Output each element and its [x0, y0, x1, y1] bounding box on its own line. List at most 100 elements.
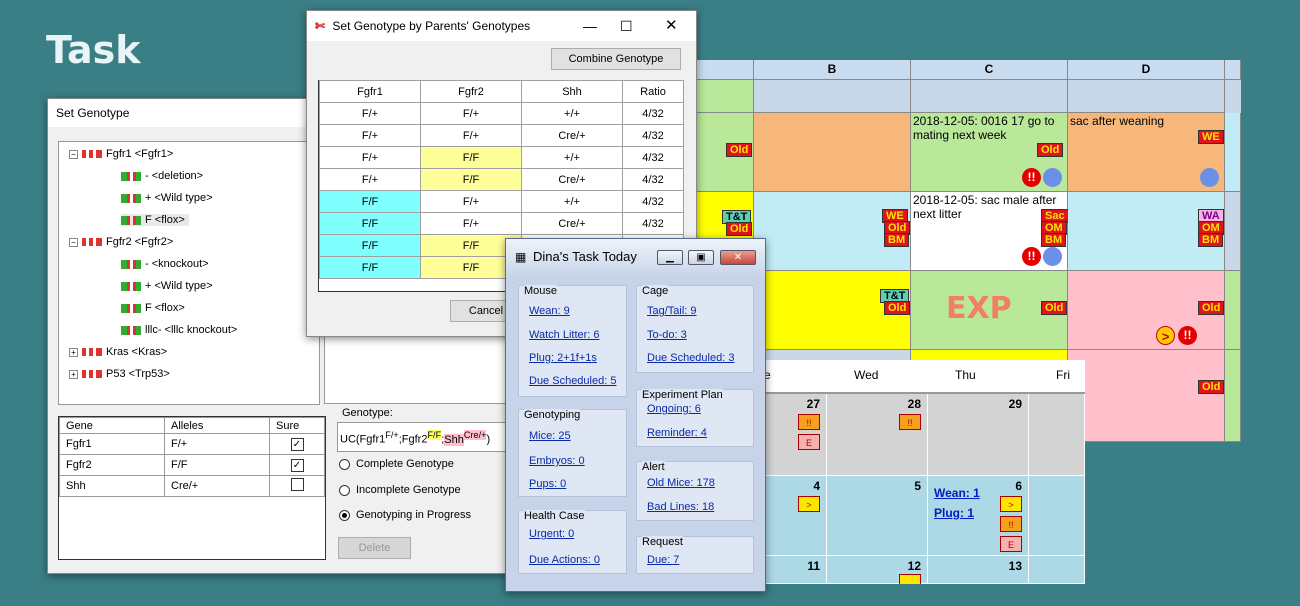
table-row[interactable]: F/+ F/+ Cre/+ 4/32 — [319, 124, 684, 147]
gene-tree[interactable]: − Fgfr1 <Fgfr1> - <deletion> + <Wild type… — [58, 141, 320, 405]
day-cell[interactable] — [1029, 394, 1085, 476]
sure-checkbox[interactable]: ✓ — [290, 458, 304, 472]
collapse-icon[interactable]: − — [69, 237, 78, 247]
table-row[interactable]: F/F F/+ +/+ 4/32 — [319, 190, 684, 213]
table-row[interactable]: F/+ F/+ +/+ 4/32 — [319, 102, 684, 125]
day-cell[interactable]: 6 Wean: 1 Plug: 1 > !! E — [928, 476, 1029, 556]
task-today-titlebar[interactable]: ▦ Dina's Task Today ▁ ▣ ✕ — [506, 239, 765, 275]
table-row[interactable]: F/F F/+ Cre/+ 4/32 — [319, 212, 684, 235]
collapse-icon[interactable]: − — [69, 149, 78, 159]
plug-link[interactable]: Plug: 1 — [934, 506, 974, 520]
to-do-link[interactable]: To-do: 3 — [647, 329, 687, 341]
cell[interactable] — [754, 113, 911, 192]
cell[interactable] — [911, 80, 1068, 113]
cell[interactable]: 2018-12-05: 0016 17 go to mating next we… — [911, 113, 1068, 192]
tree-allele[interactable]: + <Wild type> — [121, 192, 213, 204]
table-row[interactable]: F/+ F/F +/+ 4/32 — [319, 146, 684, 169]
cell[interactable]: T&T Old — [754, 271, 911, 350]
incomplete-genotype-radio[interactable]: Incomplete Genotype — [339, 484, 461, 496]
cell[interactable] — [1068, 80, 1225, 113]
column-header[interactable]: Sure — [269, 417, 325, 434]
cell[interactable]: EXP Old — [911, 271, 1068, 350]
day-cell[interactable]: 4 > — [762, 476, 827, 556]
day-cell[interactable]: 12 — [827, 556, 928, 584]
wean-link[interactable]: Wean: 1 — [934, 486, 980, 500]
genotype-field[interactable]: UC(Fgfr1F/+;Fgfr2F/F;ShhCre/+) — [337, 422, 511, 452]
watch-litter-link[interactable]: Watch Litter: 6 — [529, 329, 600, 341]
cell[interactable]: 2018-12-05: sac male after next litter S… — [911, 192, 1069, 271]
request-due-link[interactable]: Due: 7 — [647, 554, 679, 566]
delete-button[interactable]: Delete — [338, 537, 411, 559]
table-row[interactable]: F/+ F/F Cre/+ 4/32 — [319, 168, 684, 191]
day-cell[interactable]: 27 !! E — [762, 394, 827, 476]
restore-icon[interactable]: ▣ — [688, 250, 714, 265]
week-calendar[interactable]: e Wed Thu Fri 27 !! E 28 !! 29 4 > 5 6 W… — [762, 360, 1085, 584]
col-header-c[interactable]: C — [911, 60, 1068, 80]
cell[interactable] — [1225, 192, 1241, 271]
tree-allele[interactable]: F <flox> — [121, 302, 185, 314]
combine-genotype-button[interactable]: Combine Genotype — [551, 48, 681, 70]
day-cell[interactable]: 13 — [928, 556, 1029, 584]
tree-allele[interactable]: - <knockout> — [121, 258, 209, 270]
complete-genotype-radio[interactable]: Complete Genotype — [339, 458, 454, 470]
sure-checkbox[interactable] — [290, 478, 304, 491]
day-cell[interactable]: 29 — [928, 394, 1029, 476]
cell[interactable] — [696, 80, 754, 113]
column-header[interactable]: Ratio — [622, 80, 684, 103]
expand-icon[interactable]: + — [69, 347, 78, 357]
day-cell[interactable]: 28 !! — [827, 394, 928, 476]
pups-link[interactable]: Pups: 0 — [529, 478, 566, 490]
day-cell[interactable]: 11 — [762, 556, 827, 584]
day-cell[interactable]: 5 — [827, 476, 928, 556]
tree-gene-fgfr2[interactable]: − Fgfr2 <Fgfr2> — [69, 236, 173, 248]
tree-gene-kras[interactable]: + Kras <Kras> — [69, 346, 167, 358]
column-header[interactable]: Alleles — [164, 417, 270, 434]
sure-checkbox[interactable]: ✓ — [290, 437, 304, 451]
cell[interactable] — [1225, 350, 1241, 442]
col-header-b[interactable]: B — [754, 60, 911, 80]
ongoing-link[interactable]: Ongoing: 6 — [647, 403, 701, 415]
embryos-link[interactable]: Embryos: 0 — [529, 455, 585, 467]
reminder-link[interactable]: Reminder: 4 — [647, 427, 707, 439]
genotyping-in-progress-radio[interactable]: Genotyping in Progress — [339, 509, 471, 521]
column-header[interactable]: Gene — [59, 417, 165, 434]
cell[interactable]: WA OM BM — [1068, 192, 1225, 271]
tree-allele-selected[interactable]: F <flox> — [121, 214, 189, 226]
cell[interactable]: WE Old BM — [754, 192, 911, 271]
minimize-icon[interactable]: ▁ — [657, 250, 683, 265]
table-row[interactable]: Fgfr1 F/+ ✓ — [59, 433, 325, 455]
cell[interactable] — [1225, 271, 1241, 350]
cell[interactable] — [754, 80, 911, 113]
mouse-due-scheduled-link[interactable]: Due Scheduled: 5 — [529, 375, 616, 387]
cell[interactable]: sac after weaning WE — [1068, 113, 1225, 192]
gene-table-panel[interactable]: Gene Alleles Sure Fgfr1 F/+ ✓ Fgfr2 F/F … — [58, 416, 326, 560]
cell[interactable] — [1225, 113, 1241, 192]
tree-allele[interactable]: + <Wild type> — [121, 280, 213, 292]
day-cell[interactable] — [1029, 556, 1085, 584]
cell[interactable]: Old — [1068, 350, 1225, 442]
cell[interactable]: Old > !! — [1068, 271, 1225, 350]
plug-link[interactable]: Plug: 2+1f+1s — [529, 352, 597, 364]
cell[interactable]: Old — [696, 113, 754, 192]
parents-titlebar[interactable]: ✄ Set Genotype by Parents' Genotypes — ☐… — [307, 11, 696, 41]
bad-lines-link[interactable]: Bad Lines: 18 — [647, 501, 714, 513]
tag-tail-link[interactable]: Tag/Tail: 9 — [647, 305, 697, 317]
tree-allele[interactable]: lllc- <lllc knockout> — [121, 324, 237, 336]
table-row[interactable]: Shh Cre/+ — [59, 475, 325, 497]
expand-icon[interactable]: + — [69, 369, 78, 379]
due-actions-link[interactable]: Due Actions: 0 — [529, 554, 600, 566]
minimize-icon[interactable]: — — [583, 11, 597, 41]
column-header[interactable]: Fgfr2 — [420, 80, 522, 103]
tree-allele[interactable]: - <deletion> — [121, 170, 203, 182]
column-header[interactable]: Fgfr1 — [319, 80, 421, 103]
col-header-d[interactable]: D — [1068, 60, 1225, 80]
tree-gene-fgfr1[interactable]: − Fgfr1 <Fgfr1> — [69, 148, 173, 160]
column-header[interactable]: Shh — [521, 80, 623, 103]
table-row[interactable]: Fgfr2 F/F ✓ — [59, 454, 325, 476]
tree-gene-p53[interactable]: + P53 <Trp53> — [69, 368, 170, 380]
day-cell[interactable] — [1029, 476, 1085, 556]
wean-link[interactable]: Wean: 9 — [529, 305, 570, 317]
urgent-link[interactable]: Urgent: 0 — [529, 528, 574, 540]
maximize-icon[interactable]: ☐ — [620, 11, 633, 41]
close-icon[interactable]: ✕ — [720, 250, 756, 265]
